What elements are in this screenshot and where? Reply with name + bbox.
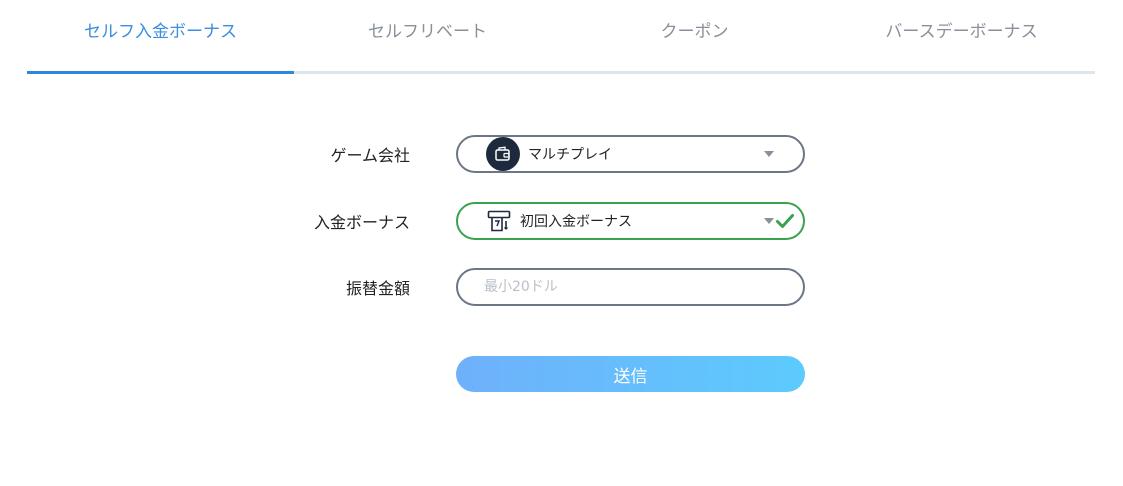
tab-label: セルフ入金ボーナス xyxy=(84,21,237,42)
chevron-down-icon xyxy=(764,218,774,224)
tab-label: バースデーボーナス xyxy=(885,21,1038,42)
transfer-amount-field[interactable] xyxy=(456,268,805,306)
transfer-amount-label: 振替金額 xyxy=(345,279,410,298)
bonus-page: セルフ入金ボーナス セルフリベート クーポン バースデーボーナス ゲーム会社 マ… xyxy=(0,0,1123,486)
deposit-bonus-value: 初回入金ボーナス xyxy=(520,214,632,230)
tab-birthday-bonus[interactable]: バースデーボーナス xyxy=(828,0,1095,74)
deposit-bonus-label: 入金ボーナス xyxy=(313,213,410,232)
transfer-amount-row: 振替金額 xyxy=(0,268,1123,306)
game-company-value: マルチプレイ xyxy=(528,147,612,163)
atm-icon xyxy=(486,208,512,234)
deposit-bonus-select[interactable]: 初回入金ボーナス xyxy=(456,202,805,240)
game-company-label: ゲーム会社 xyxy=(330,146,410,165)
tab-label: セルフリベート xyxy=(368,21,487,42)
tab-coupon[interactable]: クーポン xyxy=(561,0,828,74)
tab-label: クーポン xyxy=(660,21,729,42)
chevron-down-icon xyxy=(764,151,774,157)
check-icon xyxy=(776,214,794,228)
game-company-row: ゲーム会社 マルチプレイ xyxy=(0,135,1123,173)
transfer-amount-input[interactable] xyxy=(458,270,803,304)
game-company-select[interactable]: マルチプレイ xyxy=(456,135,805,173)
deposit-bonus-row: 入金ボーナス 初回入金ボーナス xyxy=(0,202,1123,240)
submit-button[interactable]: 送信 xyxy=(456,356,805,392)
tab-self-deposit-bonus[interactable]: セルフ入金ボーナス xyxy=(27,0,294,74)
tab-bar: セルフ入金ボーナス セルフリベート クーポン バースデーボーナス xyxy=(27,0,1095,74)
wallet-icon xyxy=(486,137,520,171)
tab-self-rebate[interactable]: セルフリベート xyxy=(294,0,561,74)
